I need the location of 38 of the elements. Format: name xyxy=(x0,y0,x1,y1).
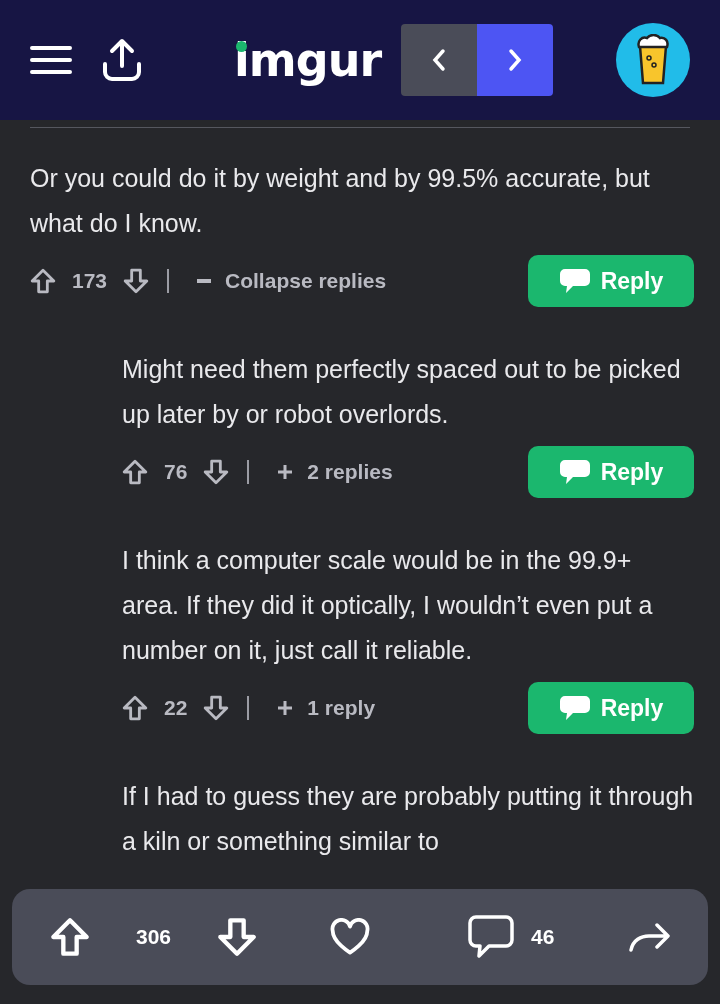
replies-toggle[interactable]: 1 reply xyxy=(277,696,376,720)
downvote-icon[interactable] xyxy=(123,268,150,294)
comment-count: 46 xyxy=(531,925,555,949)
upvote-icon[interactable] xyxy=(30,268,56,294)
downvote-icon[interactable] xyxy=(203,695,230,721)
beer-glass-icon xyxy=(635,34,671,86)
speech-bubble-icon xyxy=(558,267,591,295)
upvote-icon[interactable] xyxy=(122,695,148,721)
share-button[interactable] xyxy=(628,921,670,953)
share-arrow-icon xyxy=(628,921,670,953)
heart-icon xyxy=(329,918,372,956)
speech-bubble-icon xyxy=(558,458,591,486)
minus-icon xyxy=(197,279,212,283)
vote-count: 22 xyxy=(164,696,188,720)
upvote-button[interactable] xyxy=(50,917,90,957)
menu-icon[interactable] xyxy=(30,44,72,76)
comment-text: Might need them perfectly spaced out to be picked up later by or robot overlords. xyxy=(122,354,682,430)
favorite-button[interactable] xyxy=(329,918,372,956)
upvote-icon[interactable] xyxy=(122,459,148,485)
replies-toggle[interactable]: 2 replies xyxy=(277,460,393,484)
downvote-icon[interactable] xyxy=(203,459,230,485)
plus-icon xyxy=(277,464,294,480)
chevron-left-icon xyxy=(431,48,448,72)
comment-text: Or you could do it by weight and by 99.5% accurate, but what do I know. xyxy=(30,163,651,239)
site-logo[interactable]: imgur xyxy=(234,33,382,87)
vote-count: 76 xyxy=(164,460,188,484)
replies-toggle[interactable]: Collapse replies xyxy=(197,269,387,293)
vote-count: 173 xyxy=(72,269,108,293)
upload-icon[interactable] xyxy=(102,38,142,82)
upvote-count: 306 xyxy=(136,925,172,949)
comments-button[interactable] xyxy=(467,914,516,960)
comment-text: I think a computer scale would be in the 99.9+ area. If they did it optically, I wouldn’t even put a number on it, just call it reliable. xyxy=(122,545,654,666)
downvote-button[interactable] xyxy=(217,917,258,957)
comment-icon xyxy=(467,914,516,960)
chevron-right-icon xyxy=(507,48,524,72)
speech-bubble-icon xyxy=(558,694,591,722)
comment-text: If I had to guess they are probably putting it through a kiln or something similar to xyxy=(122,781,694,857)
plus-icon xyxy=(277,700,294,716)
